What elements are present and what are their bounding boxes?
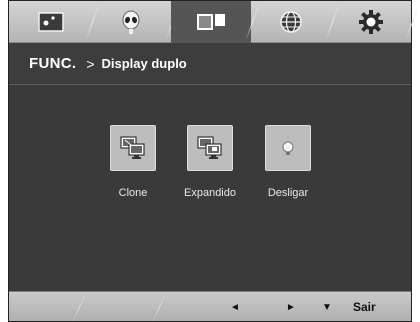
power-off-dot-icon (282, 141, 294, 155)
down-arrow-button[interactable]: ▼ (317, 292, 337, 322)
globe-icon (280, 11, 302, 33)
extended-label: Expandido (184, 187, 236, 199)
tab-picture[interactable] (11, 1, 91, 43)
breadcrumb-separator: > (86, 55, 95, 72)
menu-func-label: FUNC. (29, 55, 77, 72)
bar-divider (152, 292, 167, 322)
clone-monitors-icon (120, 136, 145, 159)
left-arrow-button[interactable]: ◄ (225, 292, 245, 322)
gear-icon (359, 10, 383, 34)
picture-icon (38, 12, 64, 32)
exit-button[interactable]: Sair (353, 292, 376, 322)
tab-globe[interactable] (251, 1, 331, 43)
tab-settings[interactable] (331, 1, 411, 43)
page-title: Display duplo (101, 56, 187, 71)
clone-button[interactable] (110, 125, 156, 171)
dual-display-icon (197, 14, 225, 30)
bar-divider (72, 292, 87, 322)
tab-bar (9, 1, 411, 43)
extended-monitors-icon (197, 136, 222, 159)
clone-label: Clone (118, 187, 148, 199)
osd-window: FUNC. > Display duplo Clone Expandido De… (8, 0, 412, 322)
option-extended: Expandido (165, 125, 255, 205)
extended-button[interactable] (187, 125, 233, 171)
option-off: Desligar (243, 125, 333, 205)
off-label: Desligar (267, 187, 309, 199)
tab-alien[interactable] (91, 1, 171, 43)
right-arrow-button[interactable]: ► (281, 292, 301, 322)
bottom-nav-bar: ◄ ► ▼ Sair (9, 291, 411, 322)
breadcrumb: FUNC. > Display duplo (9, 43, 411, 85)
options-panel: Clone Expandido Desligar (9, 85, 411, 291)
tab-dual-display[interactable] (171, 1, 251, 43)
alien-icon (122, 10, 140, 34)
off-button[interactable] (265, 125, 311, 171)
